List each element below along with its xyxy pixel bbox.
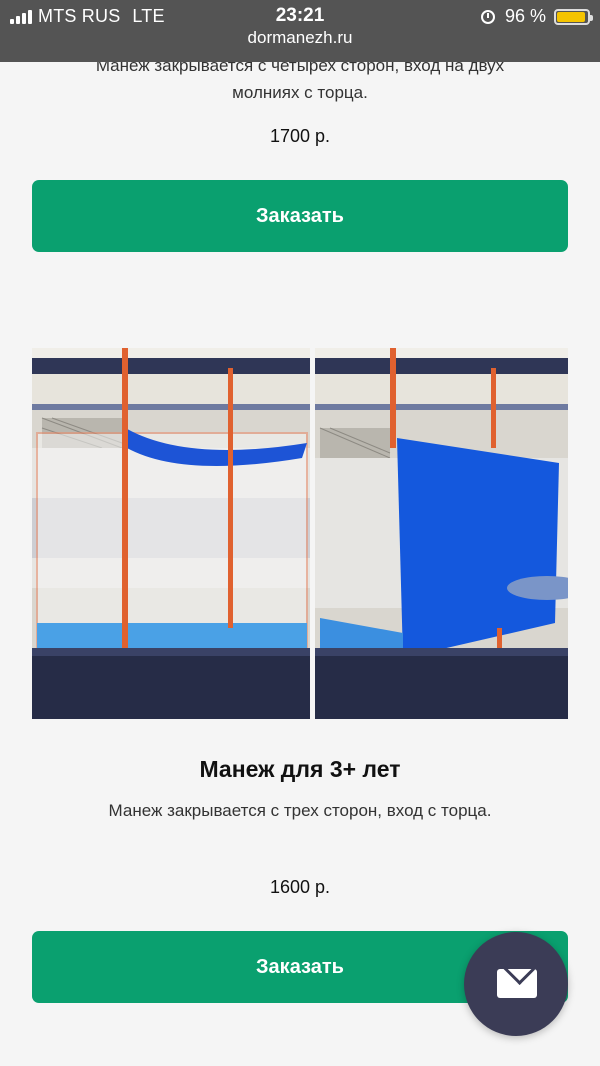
- battery-percent: 96 %: [504, 6, 546, 26]
- product-price: 1600 р.: [269, 877, 331, 897]
- address-bar-url[interactable]: dormanezh.ru: [0, 28, 600, 48]
- product-title: Манеж для 3+ лет: [199, 756, 401, 782]
- alarm-icon: [480, 9, 495, 24]
- order-button-previous[interactable]: Заказать: [32, 180, 568, 252]
- battery-icon: [554, 8, 593, 25]
- product-description: Манеж закрывается с трех сторон, вход с …: [108, 801, 492, 820]
- status-right: 96 %: [480, 6, 593, 27]
- previous-product-price: 1700 р.: [269, 126, 331, 146]
- mail-button[interactable]: [464, 932, 568, 1036]
- previous-description-line-2: молниях с торца.: [232, 83, 368, 102]
- product-photo-closed-blue: [315, 348, 568, 719]
- status-bar: MTS RUS LTE 23:21 dormanezh.ru 96 %: [0, 0, 600, 62]
- product-photo-open-mesh: [32, 348, 310, 719]
- mail-icon: [497, 969, 537, 998]
